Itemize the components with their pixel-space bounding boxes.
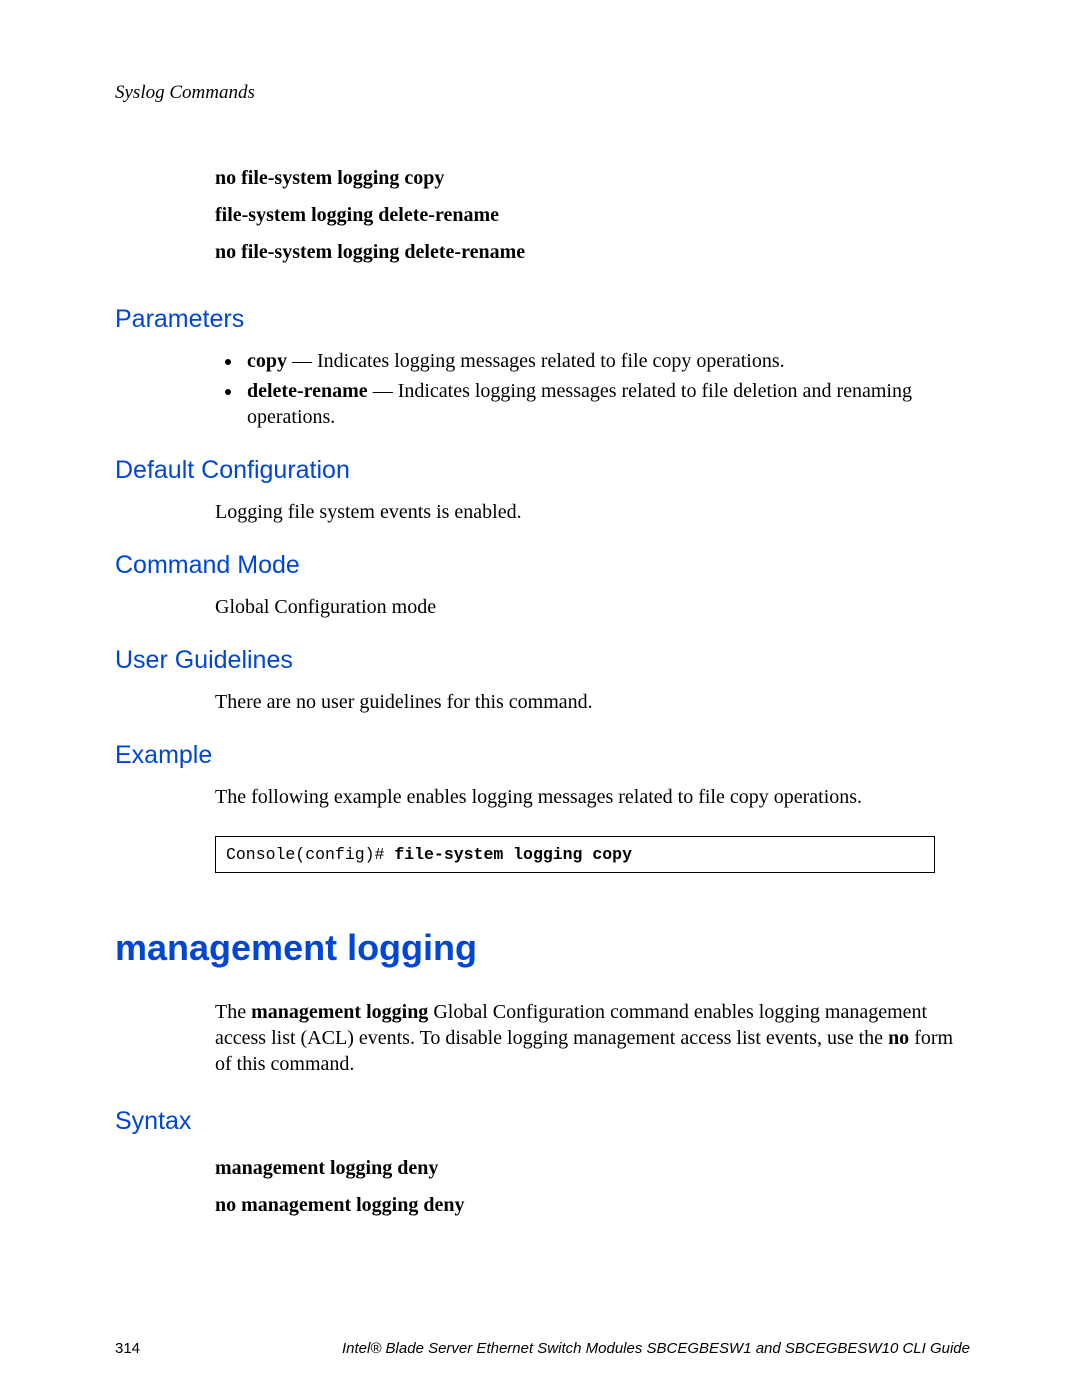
page-footer: 314 Intel® Blade Server Ethernet Switch … (115, 1340, 970, 1357)
syntax-block-bottom: management logging deny no management lo… (215, 1150, 970, 1224)
list-item: delete-rename — Indicates logging messag… (243, 378, 970, 430)
body-text: There are no user guidelines for this co… (215, 689, 970, 715)
running-header: Syslog Commands (115, 82, 970, 104)
section-title-parameters: Parameters (115, 305, 970, 334)
syntax-line: no management logging deny (215, 1187, 970, 1224)
code-example: Console(config)# file-system logging cop… (215, 836, 935, 873)
page: Syslog Commands no file-system logging c… (0, 0, 1080, 1397)
param-term: delete-rename (247, 380, 368, 402)
footer-title: Intel® Blade Server Ethernet Switch Modu… (342, 1340, 970, 1357)
syntax-line: no file-system logging copy (215, 160, 970, 197)
section-title-user-guidelines: User Guidelines (115, 646, 970, 675)
bold-text: management logging (251, 1001, 428, 1023)
bold-text: no (888, 1027, 909, 1049)
list-item: copy — Indicates logging messages relate… (243, 348, 970, 374)
param-desc: — Indicates logging messages related to … (287, 350, 785, 372)
section-title-example: Example (115, 741, 970, 770)
body-text: The following example enables logging me… (215, 784, 970, 810)
body-text: Global Configuration mode (215, 594, 970, 620)
section-title-default-config: Default Configuration (115, 456, 970, 485)
command-title: management logging (115, 927, 970, 969)
syntax-line: management logging deny (215, 1150, 970, 1187)
body-text: Logging file system events is enabled. (215, 499, 970, 525)
section-title-syntax: Syntax (115, 1107, 970, 1136)
section-title-command-mode: Command Mode (115, 551, 970, 580)
command-intro: The management logging Global Configurat… (215, 999, 970, 1077)
page-number: 314 (115, 1340, 140, 1357)
syntax-line: no file-system logging delete-rename (215, 234, 970, 271)
parameters-list: copy — Indicates logging messages relate… (215, 348, 970, 430)
syntax-line: file-system logging delete-rename (215, 197, 970, 234)
text: The (215, 1001, 251, 1023)
code-command: file-system logging copy (394, 845, 632, 864)
code-prompt: Console(config)# (226, 845, 394, 864)
param-term: copy (247, 350, 287, 372)
syntax-block-top: no file-system logging copy file-system … (215, 160, 970, 271)
